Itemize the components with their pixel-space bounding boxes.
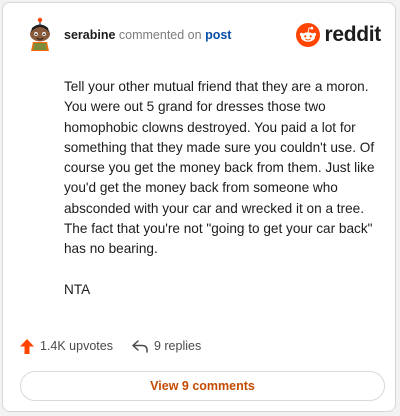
- reddit-snoo-icon: [296, 23, 321, 47]
- comment-body: Tell your other mutual friend that they …: [64, 77, 382, 320]
- reply-arrow-icon: [132, 339, 148, 353]
- comment-header: serabine commented on post reddit: [22, 17, 381, 53]
- brand-wordmark: reddit: [324, 23, 381, 46]
- username-link[interactable]: serabine: [64, 28, 115, 42]
- action-text: commented on: [118, 28, 202, 42]
- reply-count: 9 replies: [153, 339, 202, 353]
- comment-byline: serabine commented on post: [64, 28, 231, 42]
- post-link[interactable]: post: [205, 28, 231, 42]
- reddit-logo[interactable]: reddit: [296, 22, 381, 48]
- view-comments-button[interactable]: View 9 comments: [20, 371, 385, 401]
- upvote-count: 1.4K upvotes: [40, 339, 113, 353]
- upvote-arrow-icon: [20, 338, 34, 354]
- user-avatar-icon[interactable]: [22, 17, 58, 53]
- comment-actions: 1.4K upvotes 9 replies: [20, 336, 220, 356]
- comment-paragraph: Tell your other mutual friend that they …: [64, 79, 375, 257]
- comment-paragraph: NTA: [64, 281, 91, 297]
- comment-card: serabine commented on post reddit Tell y…: [2, 2, 396, 412]
- upvote-button[interactable]: 1.4K upvotes: [20, 338, 113, 354]
- reply-button[interactable]: 9 replies: [132, 339, 201, 353]
